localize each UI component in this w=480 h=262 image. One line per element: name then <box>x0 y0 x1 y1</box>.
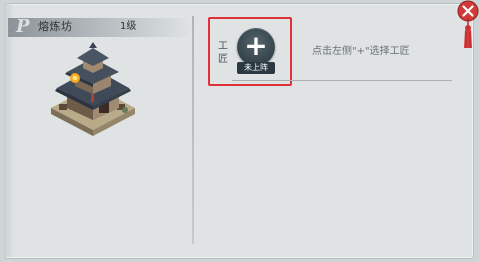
red-tassel-icon <box>464 18 472 48</box>
building-level: 1级 <box>120 21 137 32</box>
panel-divider <box>192 16 194 244</box>
slot-divider <box>232 80 452 81</box>
smelting-workshop-building-image <box>51 42 135 136</box>
panel-edge-shade <box>4 3 14 257</box>
stylized-p-logo-icon: P <box>16 16 30 37</box>
highlight-box <box>208 17 292 86</box>
hint-text: 点击左侧"+"选择工匠 <box>312 46 410 57</box>
building-name: 熔炼坊 <box>38 20 73 33</box>
